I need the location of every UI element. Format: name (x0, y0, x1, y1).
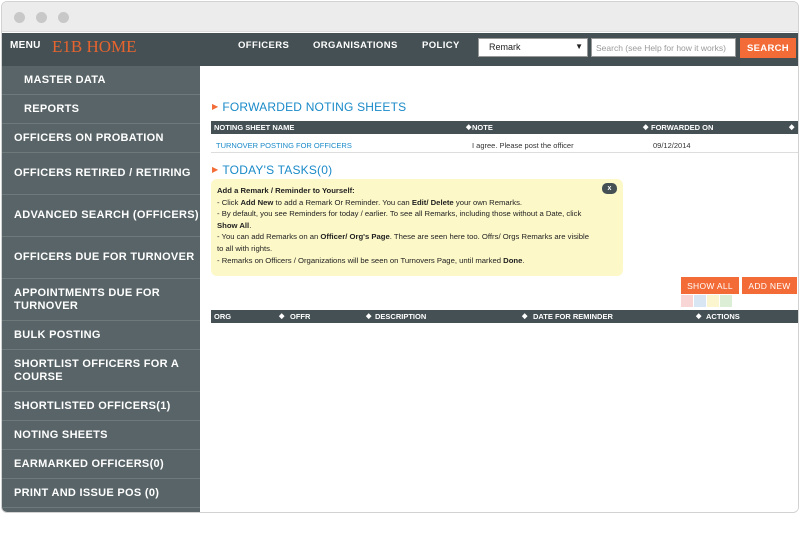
column-header-forwarded-on[interactable]: FORWARDED ON (651, 123, 713, 132)
forwarded-title-text: FORWARDED NOTING SHEETS (222, 100, 407, 114)
tasks-section-title: ▶ TODAY'S TASKS(0) (212, 163, 332, 177)
nav-officers[interactable]: OFFICERS (238, 40, 289, 51)
sidebar-item-officers-due-turnover[interactable]: OFFICERS DUE FOR TURNOVER (2, 237, 200, 279)
menu-toggle[interactable]: MENU (10, 40, 41, 51)
window-chrome (2, 2, 798, 32)
top-navbar: MENU E1B HOME OFFICERS ORGANISATIONS POL… (2, 33, 798, 66)
browser-window: MENU E1B HOME OFFICERS ORGANISATIONS POL… (1, 1, 799, 513)
infobox-line: Show All. (217, 220, 617, 232)
sidebar-item-advanced-search[interactable]: ADVANCED SEARCH (OFFICERS) (2, 195, 200, 237)
dropdown-arrow-icon: ▼ (575, 42, 583, 51)
forwarded-table-header: NOTING SHEET NAME ◆ NOTE ◆ FORWARDED ON … (211, 121, 798, 134)
infobox-text: . (249, 220, 252, 230)
search-input[interactable] (591, 38, 736, 57)
home-link[interactable]: E1B HOME (52, 37, 137, 57)
sort-icon[interactable]: ◆ (643, 123, 648, 131)
infobox-text: . (522, 255, 525, 265)
sort-icon[interactable]: ◆ (522, 312, 527, 320)
triangle-right-icon: ▶ (212, 165, 219, 174)
column-header-offr[interactable]: OFFR (290, 312, 310, 321)
sidebar-item-noting-sheets[interactable]: NOTING SHEETS (2, 421, 200, 450)
window-dot-icon[interactable] (14, 12, 25, 23)
sidebar-item-officers-retired[interactable]: OFFICERS RETIRED / RETIRING (2, 153, 200, 195)
infobox-line: - Click Add New to add a Remark Or Remin… (217, 197, 617, 209)
infobox-heading: Add a Remark / Reminder to Yourself: (217, 186, 355, 195)
column-header-note[interactable]: NOTE (472, 123, 493, 132)
sort-icon[interactable]: ◆ (279, 312, 284, 320)
help-infobox: x Add a Remark / Reminder to Yourself: -… (211, 179, 623, 276)
sort-icon[interactable]: ◆ (789, 123, 794, 131)
column-header-noting-sheet-name[interactable]: NOTING SHEET NAME (214, 123, 294, 132)
triangle-right-icon: ▶ (212, 102, 219, 111)
infobox-line: - You can add Remarks on an Officer/ Org… (217, 231, 617, 243)
show-all-button[interactable]: SHOW ALL (681, 277, 739, 294)
infobox-text: to all with rights. (217, 243, 273, 253)
sidebar-item-bulk-posting[interactable]: BULK POSTING (2, 321, 200, 350)
infobox-text: Edit/ Delete (411, 197, 454, 207)
sidebar-item-officers-on-probation[interactable]: OFFICERS ON PROBATION (2, 124, 200, 153)
nav-policy[interactable]: POLICY (422, 40, 460, 51)
sidebar-item-appointments-due-turnover[interactable]: APPOINTMENTS DUE FOR TURNOVER (2, 279, 200, 321)
search-button[interactable]: SEARCH (740, 38, 796, 58)
infobox-line: to all with rights. (217, 243, 617, 255)
infobox-text: . These are seen here too. Offrs/ Orgs R… (389, 232, 590, 242)
color-filter-swatch[interactable] (720, 295, 732, 307)
infobox-text: to add a Remark Or Reminder. You can (273, 197, 412, 207)
infobox-text: - You can add Remarks on an (217, 232, 321, 242)
color-filter-swatch[interactable] (707, 295, 719, 307)
column-header-description[interactable]: DESCRIPTION (375, 312, 426, 321)
sidebar-item-reports[interactable]: REPORTS (2, 95, 200, 124)
infobox-text: your own Remarks. (453, 197, 523, 207)
sort-icon[interactable]: ◆ (696, 312, 701, 320)
noting-sheet-link[interactable]: TURNOVER POSTING FOR OFFICERS (216, 141, 352, 150)
note-cell: I agree. Please post the officer (472, 141, 574, 150)
forwarded-section-title: ▶ FORWARDED NOTING SHEETS (212, 100, 406, 114)
tasks-table-header: ORG ◆ OFFR ◆ DESCRIPTION ◆ DATE FOR REMI… (211, 310, 798, 323)
window-dot-icon[interactable] (58, 12, 69, 23)
window-dot-icon[interactable] (36, 12, 47, 23)
sidebar-item-print-issue-pos[interactable]: PRINT AND ISSUE POS (0) (2, 479, 200, 508)
close-icon[interactable]: x (602, 183, 617, 194)
infobox-line: - Remarks on Officers / Organizations wi… (217, 255, 617, 267)
infobox-text: Officer/ Org's Page (320, 232, 390, 242)
nav-organisations[interactable]: ORGANISATIONS (313, 40, 398, 51)
search-type-value: Remark (489, 42, 521, 52)
infobox-text: Show All (217, 220, 250, 230)
column-header-actions[interactable]: ACTIONS (706, 312, 740, 321)
infobox-text: Done (503, 255, 523, 265)
table-row: TURNOVER POSTING FOR OFFICERS I agree. P… (211, 137, 798, 153)
main-content: ▶ FORWARDED NOTING SHEETS NOTING SHEET NA… (200, 66, 798, 512)
sidebar-item-master-data[interactable]: MASTER DATA (2, 66, 200, 95)
infobox-text: - By default, you see Reminders for toda… (217, 209, 582, 219)
tasks-title-text: TODAY'S TASKS(0) (222, 163, 333, 177)
infobox-line: Add a Remark / Reminder to Yourself: (217, 185, 617, 197)
sort-icon[interactable]: ◆ (466, 123, 471, 131)
sidebar-item-shortlisted-officers[interactable]: SHORTLISTED OFFICERS(1) (2, 392, 200, 421)
sidebar: MASTER DATA REPORTS OFFICERS ON PROBATIO… (2, 66, 200, 512)
infobox-text: - Click (217, 197, 241, 207)
column-header-org[interactable]: ORG (214, 312, 231, 321)
sidebar-item-shortlist-course[interactable]: SHORTLIST OFFICERS FOR A COURSE (2, 350, 200, 392)
search-type-select[interactable]: Remark ▼ (478, 38, 588, 57)
add-new-button[interactable]: ADD NEW (742, 277, 797, 294)
sort-icon[interactable]: ◆ (366, 312, 371, 320)
color-filter-swatch[interactable] (681, 295, 693, 307)
forwarded-date-cell: 09/12/2014 (653, 141, 691, 150)
color-filter-swatch[interactable] (694, 295, 706, 307)
sidebar-item-earmarked-officers[interactable]: EARMARKED OFFICERS(0) (2, 450, 200, 479)
infobox-text: - Remarks on Officers / Organizations wi… (217, 255, 504, 265)
infobox-text: Add New (240, 197, 274, 207)
column-header-date-for-reminder[interactable]: DATE FOR REMINDER (533, 312, 613, 321)
infobox-line: - By default, you see Reminders for toda… (217, 208, 617, 220)
